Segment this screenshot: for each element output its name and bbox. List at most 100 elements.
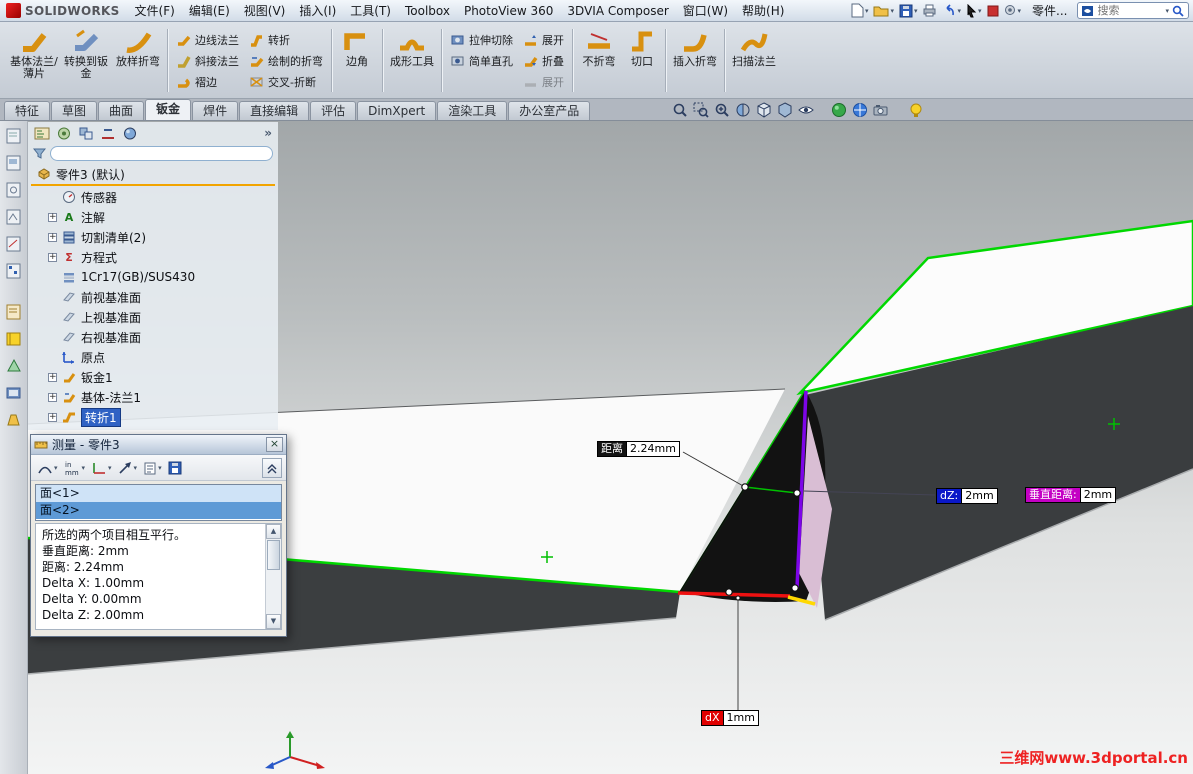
expand-icon[interactable]: + xyxy=(48,212,57,222)
tree-item-top-plane[interactable]: 上视基准面 xyxy=(28,307,278,327)
flatten-button[interactable]: 展开 xyxy=(521,72,566,91)
menu-3dvia[interactable]: 3DVIA Composer xyxy=(560,2,675,20)
select-cursor-icon[interactable]: ▾ xyxy=(965,2,983,20)
tab-render-tools[interactable]: 渲染工具 xyxy=(437,101,508,120)
expand-icon[interactable]: + xyxy=(48,392,57,402)
tab-office-products[interactable]: 办公室产品 xyxy=(508,101,591,120)
scroll-down-icon[interactable]: ▼ xyxy=(266,614,281,629)
search-input[interactable] xyxy=(1097,4,1162,17)
menu-tools[interactable]: 工具(T) xyxy=(343,0,398,21)
point-to-point-button[interactable]: ▾ xyxy=(89,457,114,479)
options-icon[interactable]: ▾ xyxy=(1003,2,1023,20)
tree-item-equations[interactable]: + Σ 方程式 xyxy=(28,247,278,267)
side-toolbar-icon[interactable] xyxy=(5,411,23,429)
arc-measure-button[interactable]: ▾ xyxy=(35,457,60,479)
tab-surfaces[interactable]: 曲面 xyxy=(98,101,145,120)
tree-item-material[interactable]: 1Cr17(GB)/SUS430 xyxy=(28,267,278,287)
view-orientation-icon[interactable] xyxy=(756,101,772,119)
light-bulb-icon[interactable] xyxy=(908,101,924,119)
side-toolbar-icon[interactable] xyxy=(5,154,23,172)
expand-icon[interactable]: + xyxy=(48,412,57,422)
side-toolbar-icon[interactable] xyxy=(5,235,23,253)
measurement-history-button[interactable]: ▾ xyxy=(141,457,164,479)
menu-help[interactable]: 帮助(H) xyxy=(735,0,791,21)
hem-button[interactable]: 褶边 xyxy=(174,72,241,91)
tree-item-origin[interactable]: 原点 xyxy=(28,347,278,367)
tree-item-sensors[interactable]: 传感器 xyxy=(28,187,278,207)
tree-item-annotations[interactable]: + A 注解 xyxy=(28,207,278,227)
forming-tool-button[interactable]: 成形工具 xyxy=(386,25,438,96)
corners-button[interactable]: 边角 xyxy=(335,25,379,96)
apply-scene-icon[interactable] xyxy=(852,101,868,119)
feature-manager-tab-icon[interactable] xyxy=(34,126,50,141)
configuration-manager-tab-icon[interactable] xyxy=(78,126,94,141)
section-view-icon[interactable] xyxy=(735,101,751,119)
search-box[interactable]: ▾ xyxy=(1077,2,1189,19)
open-icon[interactable]: ▾ xyxy=(872,2,895,20)
close-icon[interactable]: × xyxy=(266,437,283,452)
side-toolbar-icon[interactable] xyxy=(5,303,23,321)
menu-file[interactable]: 文件(F) xyxy=(128,0,182,21)
edge-flange-button[interactable]: 边线法兰 xyxy=(174,30,241,49)
units-button[interactable]: in mm ▾ xyxy=(62,457,88,479)
side-toolbar-icon[interactable] xyxy=(5,208,23,226)
rip-button[interactable]: 切口 xyxy=(622,25,662,96)
scrollbar-thumb[interactable] xyxy=(267,540,280,570)
rebuild-icon[interactable] xyxy=(986,2,1000,20)
save-icon[interactable]: ▾ xyxy=(898,2,919,20)
zoom-fit-icon[interactable] xyxy=(672,101,688,119)
lofted-bend-button[interactable]: 放样折弯 xyxy=(112,25,164,96)
sketched-bend-button[interactable]: 绘制的折弯 xyxy=(247,51,325,70)
dimxpert-manager-tab-icon[interactable] xyxy=(100,126,116,141)
zoom-area-icon[interactable] xyxy=(693,101,709,119)
zoom-in-out-icon[interactable] xyxy=(714,101,730,119)
tab-features[interactable]: 特征 xyxy=(4,101,51,120)
property-manager-tab-icon[interactable] xyxy=(56,126,72,141)
scroll-up-icon[interactable]: ▲ xyxy=(266,524,281,539)
panel-expand-chevron-icon[interactable]: » xyxy=(264,126,272,140)
menu-edit[interactable]: 编辑(E) xyxy=(182,0,237,21)
collapse-results-button[interactable] xyxy=(262,457,282,478)
menu-photoview[interactable]: PhotoView 360 xyxy=(457,2,560,20)
menu-view[interactable]: 视图(V) xyxy=(237,0,293,21)
tab-dimxpert[interactable]: DimXpert xyxy=(357,101,437,120)
miter-flange-button[interactable]: 斜接法兰 xyxy=(174,51,241,70)
expand-icon[interactable]: + xyxy=(48,232,57,242)
side-toolbar-icon[interactable] xyxy=(5,127,23,145)
selection-item-face1[interactable]: 面<1> xyxy=(36,485,281,502)
extruded-cut-button[interactable]: 拉伸切除 xyxy=(448,30,515,49)
tree-item-front-plane[interactable]: 前视基准面 xyxy=(28,287,278,307)
hide-show-items-icon[interactable] xyxy=(798,101,814,119)
view-settings-icon[interactable] xyxy=(873,101,889,119)
new-document-icon[interactable]: ▾ xyxy=(850,2,870,20)
tab-sketch[interactable]: 草图 xyxy=(51,101,98,120)
menu-toolbox[interactable]: Toolbox xyxy=(398,2,457,20)
simple-hole-button[interactable]: 简单直孔 xyxy=(448,51,515,70)
side-toolbar-icon[interactable] xyxy=(5,384,23,402)
tree-item-right-plane[interactable]: 右视基准面 xyxy=(28,327,278,347)
tree-filter-input[interactable] xyxy=(50,145,273,161)
tab-weldments[interactable]: 焊件 xyxy=(192,101,239,120)
expand-icon[interactable]: + xyxy=(48,372,57,382)
side-toolbar-icon[interactable] xyxy=(5,262,23,280)
tab-direct-editing[interactable]: 直接编辑 xyxy=(239,101,310,120)
menu-window[interactable]: 窗口(W) xyxy=(676,0,735,21)
projection-button[interactable]: ▾ xyxy=(116,457,140,479)
tree-item-sheet-metal[interactable]: + 钣金1 xyxy=(28,367,278,387)
tree-item-base-flange[interactable]: + 基体-法兰1 xyxy=(28,387,278,407)
tree-root-item[interactable]: 零件3 (默认) xyxy=(28,164,278,184)
edit-appearance-icon[interactable] xyxy=(831,101,847,119)
side-toolbar-icon[interactable] xyxy=(5,181,23,199)
no-bends-button[interactable]: 不折弯 xyxy=(576,25,622,96)
jog-button[interactable]: 转折 xyxy=(247,30,325,49)
print-icon[interactable] xyxy=(921,2,938,20)
cross-break-button[interactable]: 交叉-折断 xyxy=(247,72,325,91)
unfold-button[interactable]: 展开 xyxy=(521,30,566,49)
filter-funnel-icon[interactable] xyxy=(33,147,46,160)
tree-selected-item-label[interactable]: 转折1 xyxy=(81,407,121,427)
save-measurement-button[interactable] xyxy=(166,457,184,479)
display-style-icon[interactable] xyxy=(777,101,793,119)
insert-bends-button[interactable]: 插入折弯 xyxy=(669,25,721,96)
fold-button[interactable]: 折叠 xyxy=(521,51,566,70)
menu-insert[interactable]: 插入(I) xyxy=(292,0,343,21)
